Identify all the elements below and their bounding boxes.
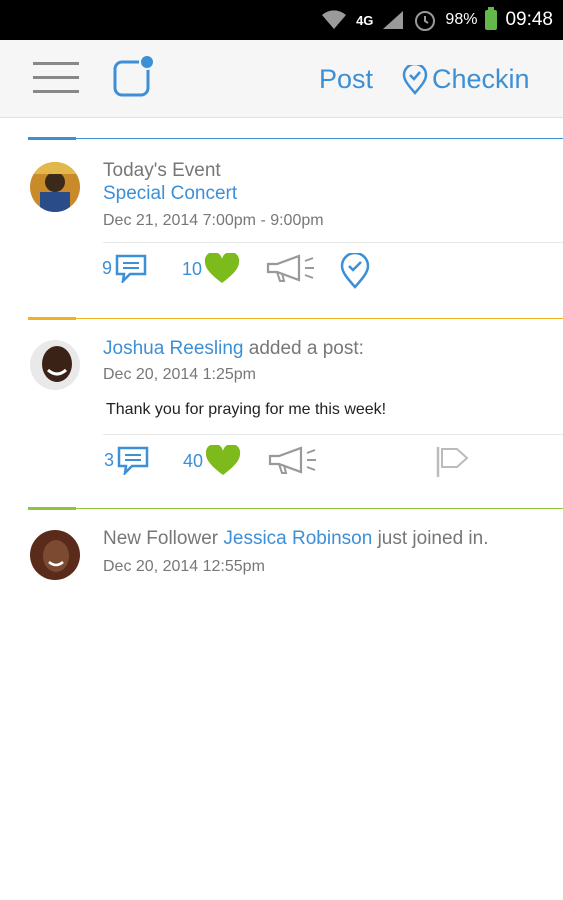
comment-icon <box>117 446 149 475</box>
post-button[interactable]: Post <box>319 64 373 95</box>
like-button[interactable]: 10 <box>182 253 240 285</box>
checkin-label: Checkin <box>432 64 530 94</box>
card-divider <box>28 508 563 509</box>
action-separator <box>103 242 563 243</box>
card-accent <box>28 507 76 510</box>
comment-count: 3 <box>104 449 115 470</box>
follower-suffix: just joined in. <box>377 528 489 549</box>
like-count: 10 <box>182 258 203 279</box>
alarm-icon <box>415 11 436 31</box>
menu-bar-icon <box>33 76 79 79</box>
post-datetime: Dec 20, 2014 1:25pm <box>103 366 256 383</box>
card-divider <box>28 318 563 319</box>
clock: 09:48 <box>505 9 553 30</box>
like-button[interactable]: 40 <box>183 445 241 477</box>
follower-datetime: Dec 20, 2014 12:55pm <box>103 558 265 575</box>
checkin-button[interactable]: Checkin <box>402 64 530 95</box>
event-title-link[interactable]: Special Concert <box>103 182 543 206</box>
heart-icon <box>204 253 240 283</box>
battery-percent: 98% <box>445 11 478 28</box>
battery-icon <box>485 7 498 30</box>
comment-button[interactable]: 3 <box>104 445 150 475</box>
checkin-location-icon[interactable] <box>340 253 370 289</box>
follower-prefix: New Follower <box>103 528 219 549</box>
comment-icon <box>115 254 147 283</box>
avatar[interactable] <box>30 530 80 580</box>
event-datetime: Dec 21, 2014 7:00pm - 9:00pm <box>103 212 324 229</box>
flag-icon[interactable] <box>435 445 471 479</box>
post-action-text: added a post: <box>248 338 364 359</box>
menu-bar-icon <box>33 90 79 93</box>
signal-icon <box>383 11 404 29</box>
megaphone-icon[interactable] <box>267 445 319 475</box>
status-bar: 4G 98% 09:48 <box>0 0 563 40</box>
avatar[interactable] <box>30 340 80 390</box>
megaphone-icon[interactable] <box>265 253 317 283</box>
follower-card[interactable]: New Follower Jessica Robinson just joine… <box>0 507 563 718</box>
heart-icon <box>205 445 241 475</box>
action-separator <box>103 434 563 435</box>
card-accent <box>28 137 76 140</box>
menu-bar-icon <box>33 62 79 65</box>
event-card[interactable]: Today's Event Special Concert Dec 21, 20… <box>0 118 563 318</box>
wifi-icon <box>322 10 347 29</box>
post-card[interactable]: Joshua Reesling added a post: Dec 20, 20… <box>0 317 563 508</box>
avatar[interactable] <box>30 162 80 212</box>
notifications-icon[interactable] <box>112 54 156 98</box>
card-divider <box>28 138 563 139</box>
location-check-icon <box>402 64 428 95</box>
card-accent <box>28 317 76 320</box>
author-name-link[interactable]: Joshua Reesling <box>103 338 243 359</box>
comment-count: 9 <box>102 257 113 278</box>
post-body: Thank you for praying for me this week! <box>106 401 387 418</box>
menu-button[interactable] <box>33 62 79 94</box>
follower-name-link[interactable]: Jessica Robinson <box>223 528 372 549</box>
network-type: 4G <box>356 12 374 28</box>
like-count: 40 <box>183 450 204 471</box>
comment-button[interactable]: 9 <box>102 253 148 283</box>
event-label: Today's Event <box>103 160 221 181</box>
app-header: Post Checkin <box>0 40 563 118</box>
